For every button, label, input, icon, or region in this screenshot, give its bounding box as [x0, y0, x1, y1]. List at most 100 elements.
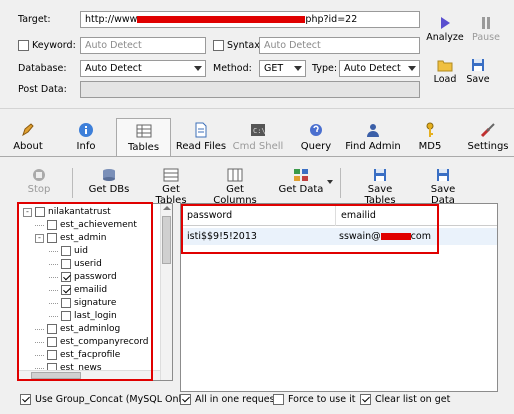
chevron-down-icon: [194, 66, 202, 71]
stop-button[interactable]: Stop: [24, 168, 54, 195]
get-dbs-label: Get DBs: [88, 184, 130, 195]
group-concat-checkbox[interactable]: [20, 394, 31, 405]
grid-data-icon: [294, 169, 308, 181]
clear-list-option[interactable]: Clear list on get: [360, 394, 450, 405]
get-dbs-button[interactable]: Get DBs: [88, 168, 130, 195]
tab-cmd-shell[interactable]: C:\ Cmd Shell: [232, 120, 284, 154]
method-select[interactable]: GET: [259, 60, 306, 77]
admin-icon: [367, 124, 379, 137]
tab-tables[interactable]: Tables: [116, 118, 171, 156]
database-value: Auto Detect: [85, 63, 142, 74]
syntax-field[interactable]: Auto Detect: [259, 37, 420, 54]
tab-md5[interactable]: MD5: [414, 120, 446, 154]
group-concat-label: Use Group_Concat (MySQL Only): [35, 394, 191, 405]
terminal-icon: C:\: [251, 124, 266, 136]
stop-icon: [33, 169, 45, 181]
keyword-checkbox[interactable]: [18, 40, 29, 51]
scroll-up-icon[interactable]: [163, 206, 171, 210]
clear-list-label: Clear list on get: [375, 394, 451, 405]
keyword-field[interactable]: Auto Detect: [80, 37, 206, 54]
tab-query[interactable]: Query: [298, 120, 334, 154]
save-label: Save: [466, 74, 490, 85]
tree-scrollbar[interactable]: [160, 204, 172, 380]
table-icon: [163, 168, 179, 182]
tab-find-admin-label: Find Admin: [345, 141, 401, 152]
syntax-label: Syntax:: [227, 40, 264, 51]
chevron-down-icon: [294, 66, 302, 71]
highlight-box-results: [181, 204, 439, 254]
post-data-label: Post Data:: [18, 84, 67, 95]
highlight-box-tree: [17, 202, 153, 381]
type-label: Type:: [312, 63, 338, 74]
load-label: Load: [433, 74, 457, 85]
get-columns-button[interactable]: Get Columns: [205, 168, 265, 206]
dropdown-arrow-icon[interactable]: [327, 180, 333, 184]
tab-query-label: Query: [300, 141, 332, 152]
keyword-label: Keyword:: [32, 40, 76, 51]
get-data-button[interactable]: Get Data: [278, 168, 324, 195]
database-icon: [103, 169, 115, 181]
folder-icon: [437, 60, 453, 72]
type-select[interactable]: Auto Detect: [339, 60, 420, 77]
save-tables-button[interactable]: Save Tables: [352, 168, 408, 206]
analyze-button[interactable]: Analyze: [425, 16, 465, 43]
tab-cmd-shell-label: Cmd Shell: [232, 141, 284, 152]
target-label: Target:: [18, 14, 51, 25]
floppy-icon: [472, 59, 484, 71]
tab-settings-label: Settings: [467, 141, 509, 152]
force-label: Force to use it: [288, 394, 356, 405]
floppy-icon: [437, 169, 449, 181]
post-data-field[interactable]: [80, 81, 420, 98]
tab-md5-label: MD5: [418, 141, 442, 152]
method-label: Method:: [213, 63, 252, 74]
info-icon: [79, 123, 93, 137]
query-icon: [310, 124, 322, 136]
analyze-label: Analyze: [426, 32, 464, 43]
all-in-one-checkbox[interactable]: [180, 394, 191, 405]
target-url-prefix: http://www: [85, 14, 138, 25]
table-icon: [136, 124, 151, 138]
file-icon: [195, 122, 207, 138]
get-tables-button[interactable]: Get Tables: [146, 168, 196, 206]
force-option[interactable]: Force to use it: [273, 394, 355, 405]
pause-label: Pause: [472, 32, 500, 43]
target-url-field[interactable]: http://www php?id=22: [80, 11, 420, 28]
tab-read-files[interactable]: Read Files: [175, 120, 227, 154]
tab-settings[interactable]: Settings: [466, 120, 510, 154]
group-concat-option[interactable]: Use Group_Concat (MySQL Only): [20, 394, 191, 405]
divider: [0, 108, 514, 109]
key-icon: [426, 122, 434, 137]
scrollbar-thumb[interactable]: [162, 216, 171, 264]
load-button[interactable]: Load: [430, 58, 460, 85]
tools-icon: [480, 123, 495, 138]
separator: [72, 168, 73, 198]
url-redaction: [137, 16, 306, 23]
get-data-label: Get Data: [278, 184, 324, 195]
tab-divider: [0, 156, 514, 157]
target-url-suffix: php?id=22: [305, 14, 358, 25]
tab-about-label: About: [13, 141, 43, 152]
all-in-one-label: All in one request.: [195, 394, 282, 405]
database-label: Database:: [18, 63, 67, 74]
tab-info[interactable]: Info: [66, 120, 106, 154]
save-button[interactable]: Save: [463, 58, 493, 85]
pause-button[interactable]: Pause: [466, 16, 506, 43]
database-select[interactable]: Auto Detect: [80, 60, 206, 77]
tab-read-files-label: Read Files: [175, 141, 227, 152]
clear-list-checkbox[interactable]: [360, 394, 371, 405]
syntax-checkbox[interactable]: [213, 40, 224, 51]
tab-about[interactable]: About: [8, 120, 48, 154]
tab-info-label: Info: [76, 141, 96, 152]
chevron-down-icon: [408, 66, 416, 71]
tab-find-admin[interactable]: Find Admin: [344, 120, 402, 154]
force-checkbox[interactable]: [273, 394, 284, 405]
pen-icon: [22, 123, 34, 137]
type-value: Auto Detect: [344, 63, 401, 74]
floppy-icon: [374, 169, 386, 181]
separator: [340, 168, 341, 198]
columns-icon: [227, 168, 243, 182]
all-in-one-option[interactable]: All in one request.: [180, 394, 281, 405]
save-data-button[interactable]: Save Data: [418, 168, 468, 206]
stop-label: Stop: [27, 184, 51, 195]
method-value: GET: [264, 63, 284, 74]
